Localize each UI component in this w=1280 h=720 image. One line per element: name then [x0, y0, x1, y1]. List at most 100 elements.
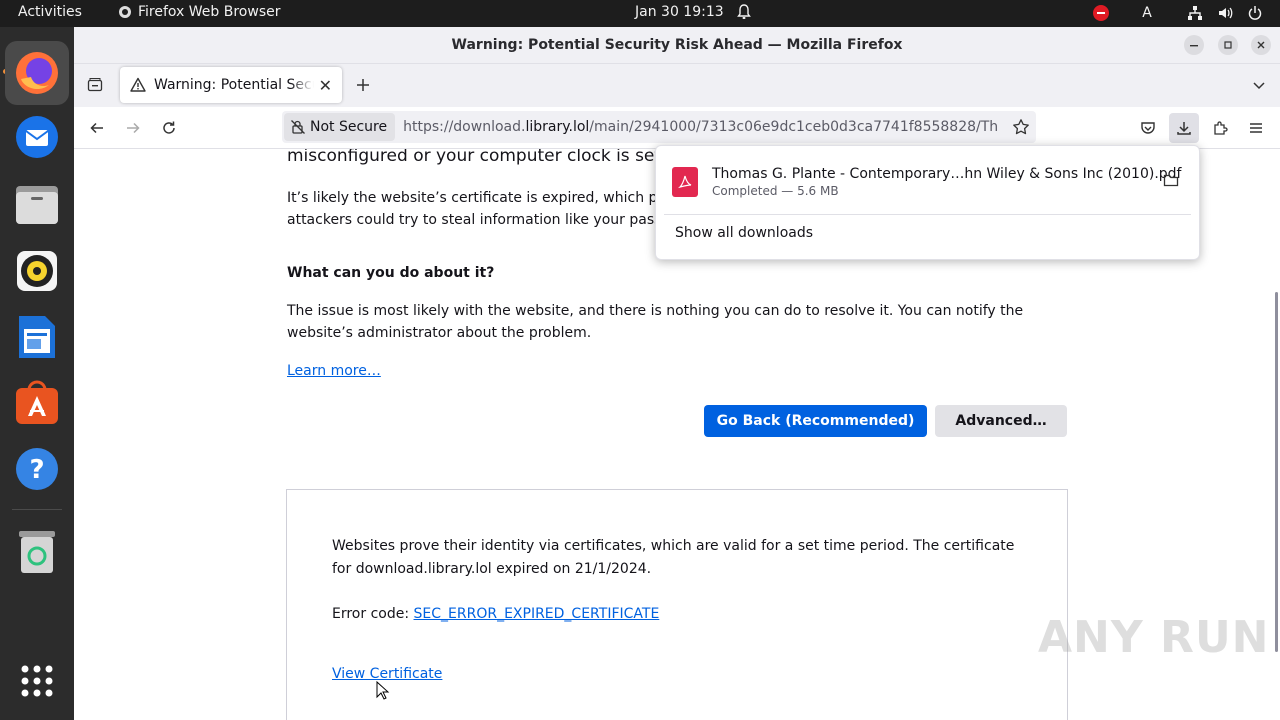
- hamburger-menu-icon: [1250, 123, 1262, 133]
- dock-thunderbird[interactable]: [5, 105, 69, 169]
- error-code-line: Error code: SEC_ERROR_EXPIRED_CERTIFICAT…: [332, 603, 1032, 626]
- watermark: ANY RUN: [1038, 612, 1270, 663]
- warning-icon: [130, 77, 146, 92]
- notification-bell-icon: [737, 4, 751, 24]
- page-scrollbar[interactable]: [1275, 292, 1278, 652]
- downloads-button[interactable]: [1169, 113, 1199, 143]
- system-tray[interactable]: A: [1084, 3, 1268, 23]
- error-code-label: Error code:: [332, 606, 414, 622]
- pdf-file-icon: [672, 167, 698, 197]
- reload-icon: [163, 121, 175, 134]
- certificate-explanation: Websites prove their identity via certif…: [332, 538, 1015, 577]
- help-icon: ?: [16, 448, 58, 490]
- rhythmbox-icon: [17, 251, 57, 291]
- downloads-panel: Thomas G. Plante - Contemporary…hn Wiley…: [655, 145, 1200, 260]
- dock-writer[interactable]: [5, 305, 69, 369]
- writer-icon: [19, 316, 55, 358]
- activities-button[interactable]: Activities: [18, 4, 82, 20]
- new-tab-button[interactable]: [348, 70, 378, 100]
- minimize-icon: [1190, 45, 1198, 47]
- advanced-panel: Websites prove their identity via certif…: [286, 489, 1068, 720]
- clock[interactable]: Jan 30 19:13: [635, 4, 724, 20]
- back-button[interactable]: [82, 113, 112, 143]
- reload-button[interactable]: [154, 113, 184, 143]
- minimize-button[interactable]: [1184, 35, 1204, 55]
- app-menu-button[interactable]: [1241, 113, 1271, 143]
- close-icon: [1257, 41, 1265, 49]
- dock-trash[interactable]: [5, 520, 69, 584]
- firefox-small-icon: [119, 6, 131, 18]
- panel-separator: [664, 214, 1191, 215]
- dock-files[interactable]: [5, 173, 69, 237]
- advanced-button[interactable]: Advanced…: [935, 405, 1067, 437]
- restore-icon: [1224, 41, 1232, 49]
- download-file-name: Thomas G. Plante - Contemporary…hn Wiley…: [712, 166, 1182, 182]
- error-code-link[interactable]: SEC_ERROR_EXPIRED_CERTIFICATE: [414, 606, 660, 622]
- files-icon: [16, 186, 58, 224]
- extensions-button[interactable]: [1205, 113, 1235, 143]
- tab-security-warning[interactable]: Warning: Potential Security Risk Ahead ✕: [120, 67, 342, 103]
- svg-text:?: ?: [29, 455, 44, 485]
- list-all-tabs-button[interactable]: [1244, 70, 1274, 100]
- learn-more-link[interactable]: Learn more…: [287, 363, 381, 379]
- view-certificate-link[interactable]: View Certificate: [332, 666, 442, 682]
- puzzle-icon: [1214, 121, 1228, 135]
- nav-bar: Not Secure https://download.library.lol/…: [74, 107, 1280, 149]
- dock: ?: [0, 27, 74, 720]
- close-window-button[interactable]: [1251, 35, 1271, 55]
- what-can-you-do-heading: What can you do about it?: [287, 265, 495, 281]
- app-menu-label: Firefox Web Browser: [138, 4, 281, 20]
- bookmark-star-icon[interactable]: [1012, 118, 1030, 136]
- network-icon[interactable]: [1182, 3, 1208, 23]
- url-prefix: https://download.: [403, 119, 526, 135]
- tab-bar: Warning: Potential Security Risk Ahead ✕: [74, 64, 1280, 107]
- dock-rhythmbox[interactable]: [5, 239, 69, 303]
- cutoff-text: misconfigured or your computer clock is …: [287, 149, 696, 166]
- dock-show-apps[interactable]: [5, 649, 69, 713]
- show-apps-icon: [21, 665, 53, 697]
- plus-icon: [357, 79, 369, 91]
- url-domain: library.lol: [525, 119, 590, 135]
- chevron-down-icon: [1253, 82, 1265, 90]
- dock-firefox[interactable]: [5, 41, 69, 105]
- app-menu[interactable]: Firefox Web Browser: [118, 4, 281, 20]
- insecure-lock-icon: [291, 120, 305, 134]
- stop-indicator-icon[interactable]: [1088, 3, 1114, 23]
- folder-icon: [1163, 174, 1179, 187]
- download-item[interactable]: Thomas G. Plante - Contemporary…hn Wiley…: [664, 154, 1191, 210]
- not-secure-label: Not Secure: [310, 119, 388, 135]
- title-bar[interactable]: Warning: Potential Security Risk Ahead —…: [74, 27, 1280, 64]
- keyboard-layout-indicator[interactable]: A: [1134, 3, 1160, 23]
- show-all-downloads-button[interactable]: Show all downloads: [675, 225, 813, 241]
- forward-arrow-icon: [127, 122, 140, 134]
- top-bar: Activities Firefox Web Browser Jan 30 19…: [0, 0, 1280, 27]
- pocket-icon: [1141, 122, 1155, 134]
- trash-icon: [19, 531, 55, 573]
- app-center-icon: [16, 380, 58, 424]
- volume-icon[interactable]: [1212, 3, 1238, 23]
- thunderbird-icon: [16, 116, 58, 158]
- go-back-button[interactable]: Go Back (Recommended): [704, 405, 927, 437]
- window-title: Warning: Potential Security Risk Ahead —…: [451, 37, 903, 53]
- issue-paragraph: The issue is most likely with the websit…: [287, 303, 1024, 341]
- download-status: Completed — 5.6 MB: [712, 184, 839, 198]
- url-text[interactable]: https://download.library.lol/main/294100…: [403, 119, 999, 135]
- back-arrow-icon: [90, 122, 103, 134]
- firefox-icon: [16, 52, 58, 94]
- firefox-view-icon: [87, 78, 103, 92]
- pocket-button[interactable]: [1133, 113, 1163, 143]
- url-path: /main/2941000/7313c06e9dc1ceb0d3ca7741f8…: [589, 119, 999, 135]
- maximize-button[interactable]: [1218, 35, 1238, 55]
- dock-help[interactable]: ?: [5, 437, 69, 501]
- dock-app-center[interactable]: [5, 371, 69, 435]
- firefox-view-button[interactable]: [80, 70, 110, 100]
- url-bar[interactable]: Not Secure https://download.library.lol/…: [282, 111, 1036, 143]
- open-folder-button[interactable]: [1163, 172, 1179, 192]
- forward-button[interactable]: [118, 113, 148, 143]
- dock-separator: [12, 509, 62, 510]
- tab-label: Warning: Potential Security Risk Ahead: [154, 77, 314, 93]
- not-secure-indicator[interactable]: Not Secure: [284, 113, 396, 141]
- download-arrow-icon: [1177, 122, 1191, 135]
- power-icon[interactable]: [1242, 3, 1268, 23]
- tab-close-icon[interactable]: ✕: [319, 76, 332, 95]
